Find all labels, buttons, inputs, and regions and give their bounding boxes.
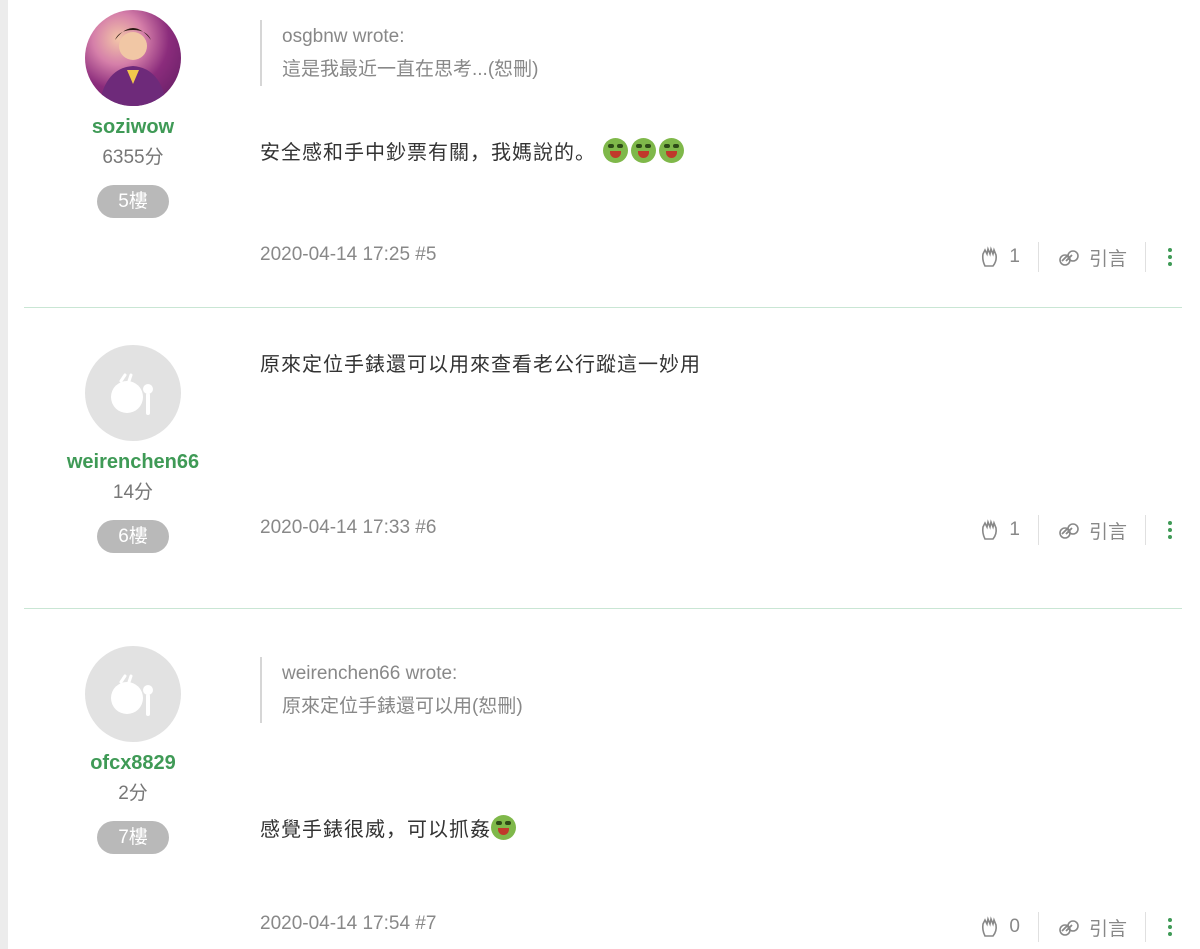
grin-icon	[658, 138, 684, 163]
quote-label: 引言	[1088, 918, 1127, 940]
quote-label: 引言	[1088, 521, 1127, 543]
grin-icon	[602, 138, 628, 163]
like-count: 1	[1009, 519, 1020, 540]
quote-icon	[1059, 920, 1079, 936]
quote-icon	[1059, 523, 1079, 539]
more-vertical-icon	[1168, 248, 1172, 266]
post-content: osgbnw wrote: 這是我最近一直在思考...(恕刪) 安全感和手中鈔票…	[260, 20, 1160, 165]
more-menu-button[interactable]	[1146, 910, 1182, 944]
floor-badge: 6樓	[97, 520, 169, 553]
author-panel: soziwow 6355分 5樓	[24, 10, 242, 218]
clap-icon	[982, 916, 998, 937]
more-vertical-icon	[1168, 918, 1172, 936]
post-text: 原來定位手錶還可以用來查看老公行蹤這一妙用	[260, 354, 701, 376]
post: ofcx8829 2分 7樓 weirenchen66 wrote: 原來定位手…	[24, 609, 1182, 949]
clap-icon	[982, 246, 998, 267]
post-actions: 1 引言	[961, 240, 1182, 274]
avatar[interactable]	[85, 10, 181, 106]
more-menu-button[interactable]	[1146, 240, 1182, 274]
default-avatar-icon	[111, 373, 153, 415]
quote-icon	[1059, 250, 1079, 266]
quote-label: 引言	[1088, 248, 1127, 270]
author-panel: ofcx8829 2分 7樓	[24, 646, 242, 854]
user-score: 14分	[112, 482, 154, 503]
quote-header: weirenchen66 wrote:	[282, 663, 458, 684]
dizzy-face-icon	[491, 815, 516, 840]
username[interactable]: weirenchen66	[24, 451, 242, 474]
like-count: 1	[1009, 246, 1020, 267]
user-score: 2分	[118, 783, 148, 804]
post-body: 感覺手錶很威，可以抓姦	[260, 819, 491, 841]
quote-header: osgbnw wrote:	[282, 26, 405, 47]
default-avatar-icon	[111, 674, 153, 716]
floor-badge: 5樓	[97, 185, 169, 218]
clap-icon	[982, 519, 998, 540]
more-menu-button[interactable]	[1146, 513, 1182, 547]
quote-button[interactable]: 引言	[1039, 513, 1145, 547]
quote-text: 原來定位手錶還可以用(恕刪)	[282, 696, 523, 717]
avatar[interactable]	[85, 345, 181, 441]
post-text: 安全感和手中鈔票有關，我媽說的。	[260, 136, 1160, 165]
post-body: 安全感和手中鈔票有關，我媽說的。	[260, 142, 596, 164]
username[interactable]: soziwow	[24, 116, 242, 139]
post-meta[interactable]: 2020-04-14 17:25 #5	[260, 244, 436, 266]
quote-button[interactable]: 引言	[1039, 240, 1145, 274]
left-rail	[0, 0, 8, 949]
floor-badge: 7樓	[97, 821, 169, 854]
post-content: 原來定位手錶還可以用來查看老公行蹤這一妙用	[260, 348, 1160, 377]
like-button[interactable]: 1	[961, 240, 1038, 274]
author-panel: weirenchen66 14分 6樓	[24, 345, 242, 553]
post-actions: 1 引言	[961, 513, 1182, 547]
post-content: weirenchen66 wrote: 原來定位手錶還可以用(恕刪) 感覺手錶很…	[260, 657, 1160, 842]
quote-block: osgbnw wrote: 這是我最近一直在思考...(恕刪)	[260, 20, 1160, 86]
post-text: 感覺手錶很威，可以抓姦	[260, 813, 1160, 842]
post: weirenchen66 14分 6樓 原來定位手錶還可以用來查看老公行蹤這一妙…	[24, 308, 1182, 609]
like-button[interactable]: 1	[961, 513, 1038, 547]
like-button[interactable]: 0	[961, 910, 1038, 944]
quote-button[interactable]: 引言	[1039, 910, 1145, 944]
post: soziwow 6355分 5樓 osgbnw wrote: 這是我最近一直在思…	[24, 0, 1182, 308]
like-count: 0	[1009, 916, 1020, 937]
post-meta[interactable]: 2020-04-14 17:54 #7	[260, 913, 436, 935]
post-actions: 0 引言	[961, 910, 1182, 944]
avatar[interactable]	[85, 646, 181, 742]
quote-block: weirenchen66 wrote: 原來定位手錶還可以用(恕刪)	[260, 657, 1160, 723]
quote-text: 這是我最近一直在思考...(恕刪)	[282, 59, 539, 80]
thread: soziwow 6355分 5樓 osgbnw wrote: 這是我最近一直在思…	[24, 0, 1182, 949]
post-meta[interactable]: 2020-04-14 17:33 #6	[260, 517, 436, 539]
grin-icon	[630, 138, 656, 163]
username[interactable]: ofcx8829	[24, 752, 242, 775]
user-score: 6355分	[102, 147, 164, 168]
more-vertical-icon	[1168, 521, 1172, 539]
